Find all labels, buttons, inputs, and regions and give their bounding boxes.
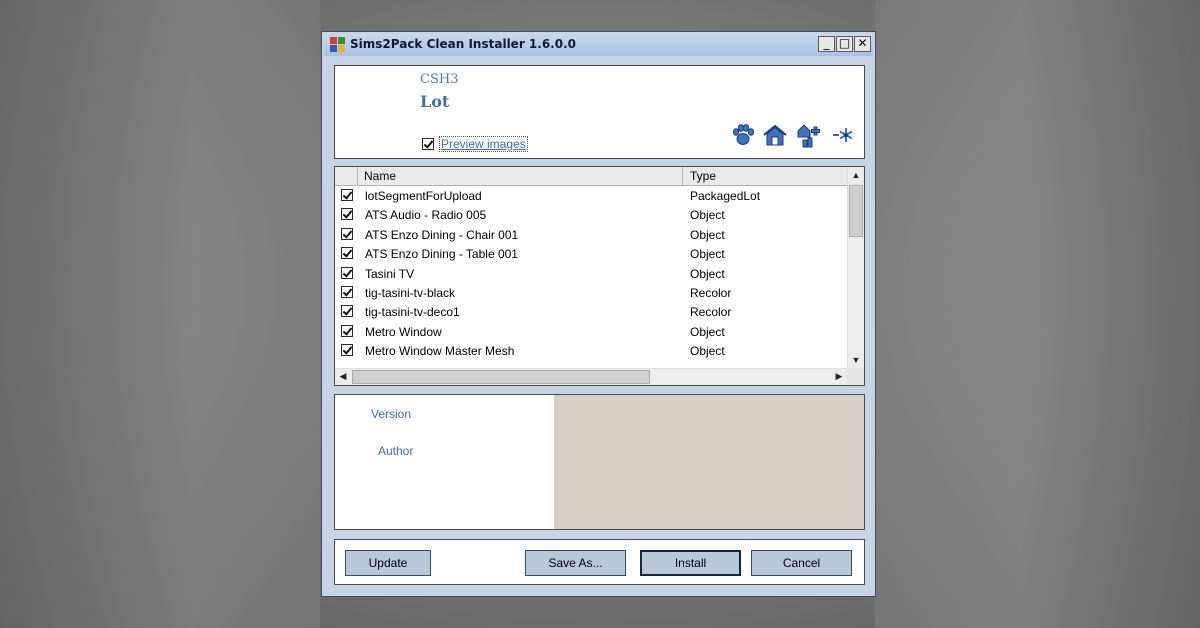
update-button[interactable]: Update	[345, 550, 431, 576]
minimize-button[interactable]: _	[818, 36, 835, 52]
app-icon	[330, 37, 345, 52]
info-fields: Version Author	[335, 395, 554, 529]
install-button[interactable]: Install	[640, 550, 741, 576]
item-type: Object	[690, 344, 725, 359]
item-name: tig-tasini-tv-deco1	[365, 305, 460, 320]
item-checkbox[interactable]	[341, 227, 353, 240]
item-name: ATS Enzo Dining - Table 001	[365, 247, 518, 262]
neighborhood-icon[interactable]	[796, 122, 824, 148]
item-type: Object	[690, 247, 725, 262]
item-type: Object	[690, 208, 725, 223]
item-name: Metro Window Master Mesh	[365, 344, 515, 359]
button-bar: Update Save As... Install Cancel	[334, 539, 865, 585]
list-rows: lotSegmentForUpload PackagedLot ATS Audi…	[335, 186, 847, 361]
list-item[interactable]: ATS Enzo Dining - Table 001 Object	[335, 244, 847, 263]
item-name: lotSegmentForUpload	[365, 189, 482, 203]
author-label: Author	[378, 444, 414, 458]
name-column-header[interactable]: Name	[357, 167, 683, 185]
item-checkbox[interactable]	[341, 189, 353, 201]
item-checkbox[interactable]	[341, 324, 353, 337]
preview-images-checkbox[interactable]	[422, 138, 434, 150]
package-code: CSH3	[420, 72, 459, 87]
horizontal-scroll-thumb[interactable]	[352, 370, 650, 384]
item-name: tig-tasini-tv-black	[365, 285, 456, 300]
vertical-scroll-thumb[interactable]	[849, 185, 863, 237]
scroll-left-icon[interactable]: ◀	[335, 371, 351, 382]
package-type: Lot	[420, 92, 450, 111]
background-blur-right	[875, 0, 1200, 628]
type-column-header[interactable]: Type	[683, 167, 847, 185]
item-checkbox[interactable]	[341, 247, 353, 260]
cancel-button[interactable]: Cancel	[751, 550, 852, 576]
preview-images-option[interactable]: Preview images	[422, 136, 528, 152]
list-item[interactable]: Metro Window Master Mesh Object	[335, 341, 847, 360]
item-checkbox[interactable]	[341, 285, 353, 298]
item-type: PackagedLot	[690, 189, 761, 203]
item-checkbox[interactable]	[341, 344, 353, 357]
list-item[interactable]: Tasini TV Object	[335, 264, 847, 283]
version-label: Version	[371, 407, 412, 421]
package-header: CSH3 Lot Preview images	[334, 65, 865, 159]
item-checkbox[interactable]	[341, 305, 353, 318]
item-type: Recolor	[690, 285, 732, 300]
list-item[interactable]: tig-tasini-tv-black Recolor	[335, 283, 847, 302]
item-name: ATS Enzo Dining - Chair 001	[365, 227, 519, 242]
list-item[interactable]: lotSegmentForUpload PackagedLot	[335, 186, 847, 205]
save-as-button[interactable]: Save As...	[525, 550, 626, 576]
vertical-scrollbar[interactable]: ▲ ▼	[847, 167, 864, 368]
item-name: Tasini TV	[365, 266, 415, 281]
scroll-up-icon[interactable]: ▲	[848, 170, 864, 180]
item-type: Recolor	[690, 305, 732, 320]
content-list: Name Type lotSegmentForUpload PackagedLo…	[334, 166, 865, 386]
filter-toolbar	[732, 122, 854, 148]
scrollbar-corner	[847, 368, 864, 385]
item-checkbox[interactable]	[341, 266, 353, 279]
list-item[interactable]: ATS Audio - Radio 005 Object	[335, 205, 847, 224]
house-icon[interactable]	[762, 124, 788, 146]
horizontal-scrollbar[interactable]: ◀ ▶	[335, 368, 847, 385]
scroll-down-icon[interactable]: ▼	[848, 355, 864, 365]
maximize-button[interactable]: □	[836, 36, 853, 52]
scroll-right-icon[interactable]: ▶	[831, 371, 847, 382]
list-item[interactable]: Metro Window Object	[335, 322, 847, 341]
item-checkbox[interactable]	[341, 208, 353, 221]
item-type: Object	[690, 266, 725, 281]
info-panel: Version Author	[334, 394, 865, 530]
item-name: Metro Window	[365, 324, 442, 339]
checkbox-column-header[interactable]	[335, 167, 358, 185]
close-button[interactable]: ✕	[854, 36, 871, 52]
installer-window: Sims2Pack Clean Installer 1.6.0.0 _ □ ✕ …	[321, 31, 876, 597]
list-item[interactable]: ATS Enzo Dining - Chair 001 Object	[335, 225, 847, 244]
window-title: Sims2Pack Clean Installer 1.6.0.0	[350, 37, 576, 51]
item-type: Object	[690, 324, 725, 339]
snowflake-icon[interactable]	[832, 125, 854, 145]
preview-images-label[interactable]: Preview images	[439, 136, 528, 152]
title-bar[interactable]: Sims2Pack Clean Installer 1.6.0.0 _ □ ✕	[324, 34, 873, 56]
list-header: Name Type	[335, 167, 847, 186]
item-name: ATS Audio - Radio 005	[365, 208, 487, 223]
background-blur-left	[0, 0, 320, 628]
pawprint-icon[interactable]	[732, 123, 754, 147]
list-item[interactable]: tig-tasini-tv-deco1 Recolor	[335, 302, 847, 321]
item-type: Object	[690, 227, 725, 242]
